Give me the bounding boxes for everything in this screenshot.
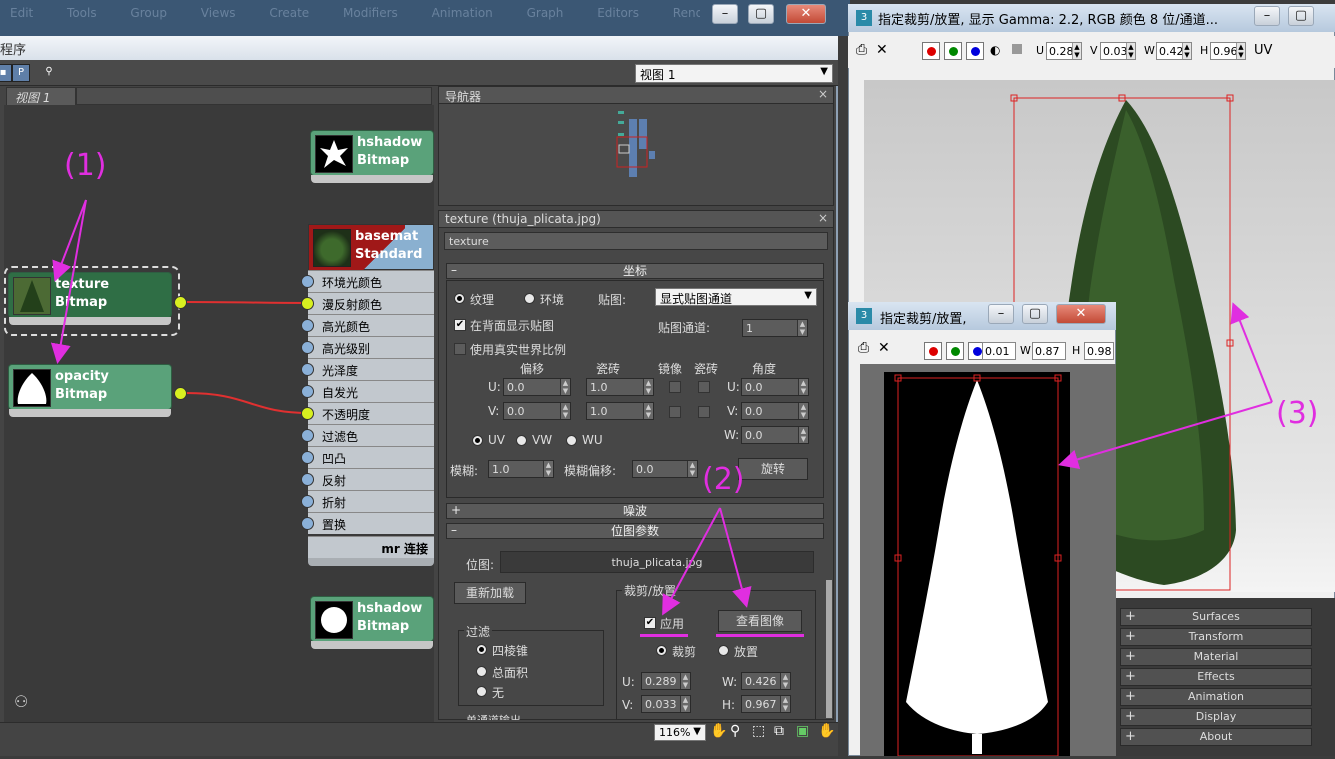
underline-view-image (716, 634, 804, 637)
annotation-arrows (50, 199, 1273, 616)
annotation-2: (2) (702, 462, 745, 497)
annotation-1: (1) (64, 148, 107, 183)
annotation-3: (3) (1276, 396, 1319, 431)
underline-apply (640, 634, 688, 637)
